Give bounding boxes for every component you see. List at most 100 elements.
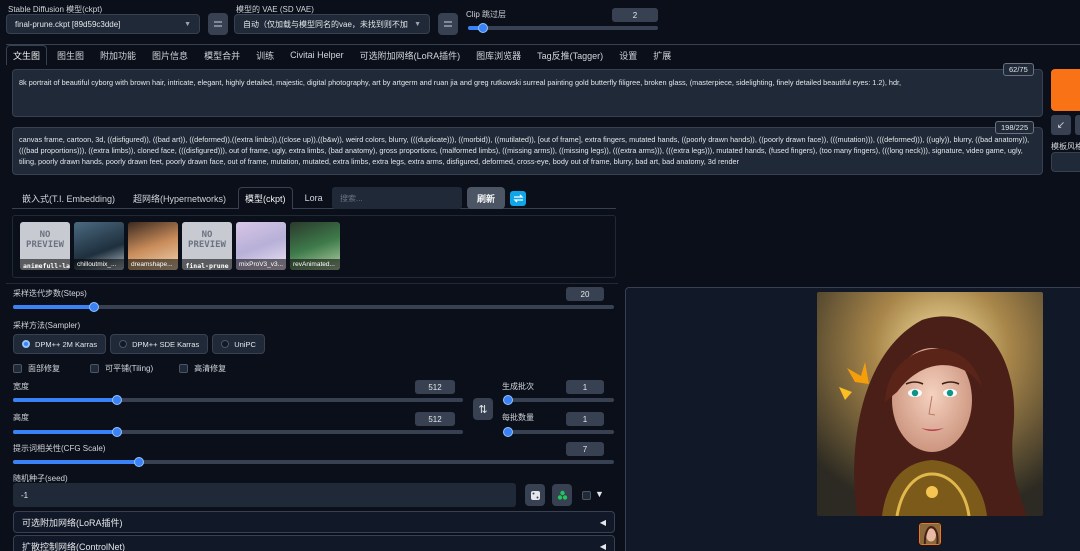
tab-2[interactable]: 附加功能	[94, 45, 142, 65]
network-subtabs: 嵌入式(T.I. Embedding) 超网络(Hypernetworks) 模型(…	[16, 187, 329, 209]
width-value[interactable]: 512	[415, 380, 455, 394]
checkbox-icon	[179, 364, 189, 373]
tab-3[interactable]: 图片信息	[146, 45, 194, 65]
subtab-2[interactable]: 模型(ckpt)	[238, 187, 293, 209]
prompt-textarea[interactable]: 8k portrait of beautiful cyborg with bro…	[12, 69, 1043, 117]
slider-fill	[13, 460, 140, 464]
tab-9[interactable]: Tag反推(Tagger)	[531, 45, 609, 65]
slider-thumb[interactable]	[478, 23, 489, 33]
batch-size-slider[interactable]	[503, 427, 614, 437]
slider-fill	[13, 305, 95, 309]
tab-11[interactable]: 扩展	[647, 45, 677, 65]
cfg-value[interactable]: 7	[566, 442, 604, 456]
recycle-icon	[557, 490, 567, 500]
refresh-vae-button[interactable]	[438, 13, 458, 35]
output-image[interactable]	[817, 292, 1043, 516]
steps-label: 采样迭代步数(Steps)	[13, 289, 87, 298]
sampler-option[interactable]: UniPC	[212, 334, 265, 354]
chevron-down-icon: ▼	[184, 20, 191, 28]
random-seed-button[interactable]	[525, 484, 545, 506]
option-checkbox[interactable]: 可平铺(Tiling)	[90, 363, 153, 374]
model-card[interactable]: revAnimated...	[290, 222, 340, 270]
style-dropdown[interactable]	[1051, 152, 1080, 172]
tab-6[interactable]: Civitai Helper	[284, 45, 350, 65]
model-card[interactable]: NO PREVIEW animefull-lat...	[20, 222, 70, 270]
vae-dropdown[interactable]: 自动（仅加载与模型同名的vae，未找到则不加 ▼	[234, 14, 430, 34]
height-value[interactable]: 512	[415, 412, 455, 426]
no-preview-text: NO PREVIEW	[188, 230, 226, 250]
batch-count-slider[interactable]	[503, 395, 614, 405]
batch-size-label: 每批数量	[502, 413, 534, 422]
seed-input[interactable]: -1	[13, 483, 516, 507]
reuse-seed-button[interactable]	[552, 484, 572, 506]
checkbox-icon	[90, 364, 99, 373]
accordion[interactable]: 可选附加网络(LoRA插件) ◀	[13, 511, 615, 533]
slider-thumb[interactable]	[134, 457, 145, 467]
generate-button[interactable]	[1051, 69, 1080, 111]
height-slider[interactable]	[13, 427, 463, 437]
slider-thumb[interactable]	[503, 427, 513, 437]
tab-8[interactable]: 图库浏览器	[470, 45, 527, 65]
steps-value[interactable]: 20	[566, 287, 604, 301]
model-search-input[interactable]: 搜索...	[332, 187, 462, 209]
cfg-slider[interactable]	[13, 457, 614, 467]
tab-1[interactable]: 图生图	[51, 45, 90, 65]
slider-thumb[interactable]	[111, 427, 122, 437]
tab-10[interactable]: 设置	[613, 45, 643, 65]
model-card[interactable]: dreamshape...	[128, 222, 178, 270]
expand-icon[interactable]: ▼	[595, 489, 604, 499]
extra-seed-checkbox[interactable]	[582, 491, 591, 500]
option-checkbox[interactable]: 高清修复	[179, 363, 226, 374]
checkbox-label: 高清修复	[194, 364, 227, 373]
subtab-1[interactable]: 超网络(Hypernetworks)	[127, 187, 232, 209]
output-thumbnail[interactable]	[919, 523, 941, 545]
clip-slider[interactable]	[468, 23, 658, 33]
width-slider[interactable]	[13, 395, 463, 405]
radio-icon	[22, 340, 30, 348]
height-label: 高度	[13, 413, 29, 422]
tab-5[interactable]: 训练	[250, 45, 280, 65]
model-card[interactable]: NO PREVIEW final-prune	[182, 222, 232, 270]
checkbox-icon	[13, 364, 22, 373]
slider-thumb[interactable]	[111, 395, 122, 405]
checkbox-label: 可平铺(Tiling)	[105, 364, 154, 373]
paste-icon[interactable]: ↙	[1051, 115, 1071, 135]
slider-thumb[interactable]	[503, 395, 513, 405]
batch-count-label: 生成批次	[502, 382, 534, 391]
sync-button[interactable]	[510, 191, 526, 206]
clip-value[interactable]: 2	[612, 8, 658, 22]
sampler-option[interactable]: DPM++ 2M Karras	[13, 334, 107, 354]
model-name: chilloutmix_...	[74, 259, 124, 270]
subtab-3[interactable]: Lora	[299, 187, 329, 209]
portrait-image	[817, 292, 1043, 516]
batch-count-value[interactable]: 1	[566, 380, 604, 394]
style-label: 模板风格	[1051, 142, 1080, 151]
dice-icon	[530, 490, 540, 500]
steps-slider[interactable]	[13, 302, 614, 312]
negative-prompt-textarea[interactable]: canvas frame, cartoon, 3d, ((disfigured)…	[12, 127, 1043, 175]
trash-icon[interactable]	[1075, 115, 1080, 135]
model-name: final-prune	[182, 259, 232, 270]
ckpt-dropdown[interactable]: final-prune.ckpt [89d59c3dde] ▼	[6, 14, 200, 34]
thumbnail-image	[920, 524, 940, 544]
tab-7[interactable]: 可选附加网络(LoRA插件)	[354, 45, 467, 65]
tab-0[interactable]: 文生图	[6, 45, 48, 65]
subtab-0[interactable]: 嵌入式(T.I. Embedding)	[16, 187, 121, 209]
sync-icon	[512, 194, 524, 203]
sampler-radio-group: DPM++ 2M Karras DPM++ SDE Karras UniPC	[13, 334, 265, 354]
swap-dimensions-button[interactable]: ⇅	[473, 398, 493, 420]
vae-value: 自动（仅加载与模型同名的vae，未找到则不加	[243, 19, 408, 29]
model-card[interactable]: mixProV3_v3...	[236, 222, 286, 270]
prompt-token-counter: 62/75	[1003, 63, 1034, 76]
refresh-ckpt-button[interactable]	[208, 13, 228, 35]
refresh-button[interactable]: 刷新	[467, 187, 505, 209]
tab-4[interactable]: 模型合并	[198, 45, 246, 65]
clip-label: Clip 跳过层	[466, 10, 507, 19]
accordion-title: 可选附加网络(LoRA插件)	[22, 517, 123, 528]
sampler-option[interactable]: DPM++ SDE Karras	[110, 334, 209, 354]
option-checkbox[interactable]: 面部修复	[13, 363, 60, 374]
batch-size-value[interactable]: 1	[566, 412, 604, 426]
model-card[interactable]: chilloutmix_...	[74, 222, 124, 270]
slider-thumb[interactable]	[89, 302, 100, 312]
accordion[interactable]: 扩散控制网络(ControlNet) ◀	[13, 535, 615, 551]
